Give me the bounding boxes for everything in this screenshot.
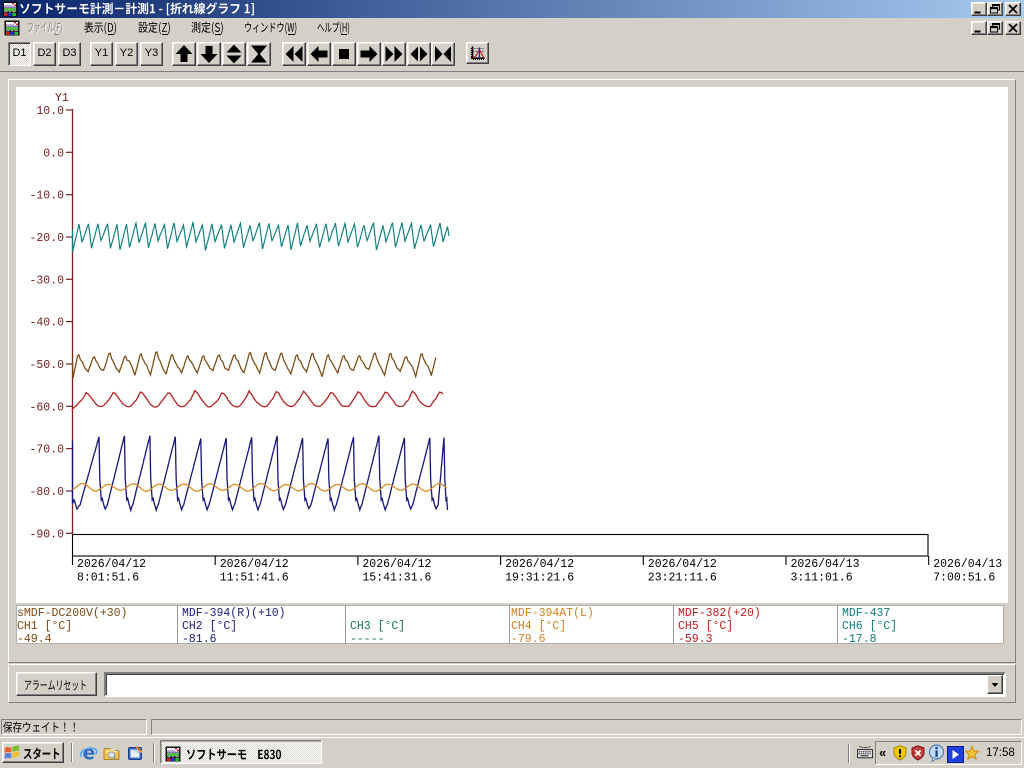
- svg-text:2026/04/12: 2026/04/12: [77, 558, 146, 571]
- svg-text:2026/04/13: 2026/04/13: [933, 558, 1002, 571]
- svg-text:-80.0: -80.0: [29, 486, 64, 499]
- svg-text:2026/04/12: 2026/04/12: [505, 558, 574, 571]
- svg-text:-90.0: -90.0: [29, 528, 64, 541]
- svg-text:2026/04/12: 2026/04/12: [648, 558, 717, 571]
- svg-text:-60.0: -60.0: [29, 401, 64, 414]
- svg-text:10.0: 10.0: [36, 105, 64, 118]
- svg-text:11:51:41.6: 11:51:41.6: [220, 572, 289, 585]
- svg-text:-10.0: -10.0: [29, 190, 64, 203]
- svg-text:23:21:11.6: 23:21:11.6: [648, 572, 717, 585]
- svg-text:-70.0: -70.0: [29, 444, 64, 457]
- svg-text:2026/04/12: 2026/04/12: [362, 558, 431, 571]
- svg-text:0.0: 0.0: [43, 147, 64, 160]
- svg-text:3:11:01.6: 3:11:01.6: [791, 572, 853, 585]
- svg-text:-40.0: -40.0: [29, 317, 64, 330]
- svg-text:-30.0: -30.0: [29, 274, 64, 287]
- svg-text:19:31:21.6: 19:31:21.6: [505, 572, 574, 585]
- svg-text:-20.0: -20.0: [29, 232, 64, 245]
- svg-text:2026/04/13: 2026/04/13: [791, 558, 860, 571]
- svg-text:-50.0: -50.0: [29, 359, 64, 372]
- svg-text:Y1: Y1: [55, 92, 69, 105]
- svg-text:8:01:51.6: 8:01:51.6: [77, 572, 139, 585]
- svg-text:2026/04/12: 2026/04/12: [220, 558, 289, 571]
- svg-text:15:41:31.6: 15:41:31.6: [362, 572, 431, 585]
- svg-text:7:00:51.6: 7:00:51.6: [933, 572, 995, 585]
